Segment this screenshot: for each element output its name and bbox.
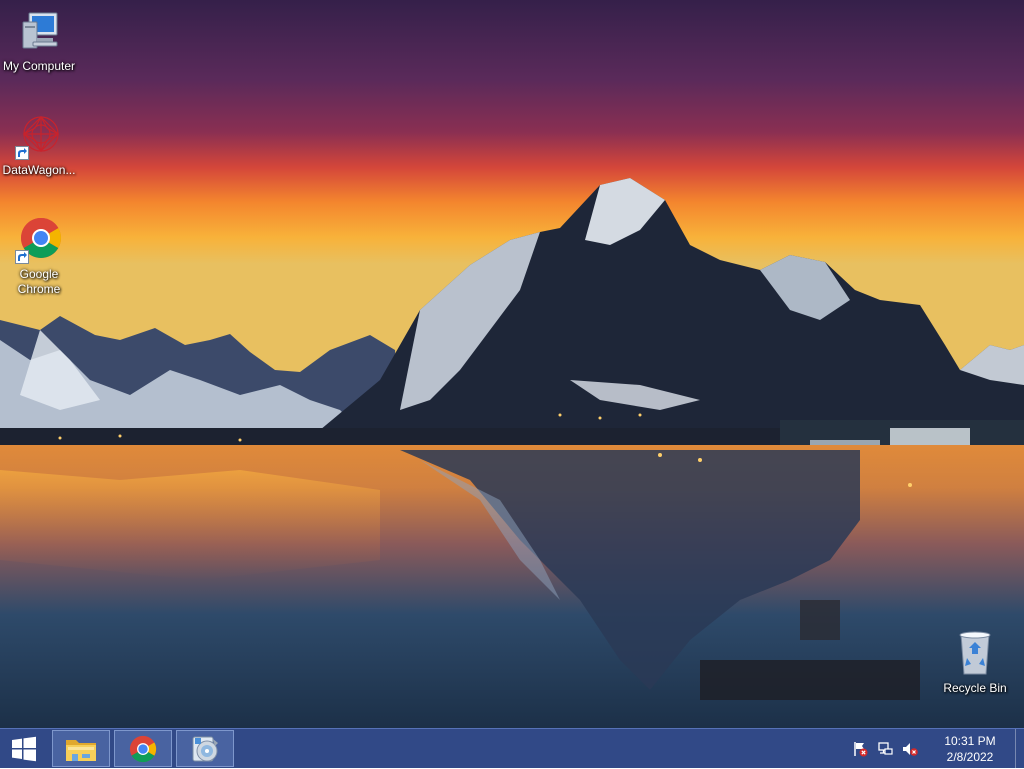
action-center-flag-icon[interactable]: [852, 741, 868, 757]
taskbar: 10:31 PM 2/8/2022: [0, 728, 1024, 768]
taskbar-clock[interactable]: 10:31 PM 2/8/2022: [933, 733, 1007, 765]
desktop-icon-my-computer[interactable]: My Computer: [0, 8, 78, 74]
desktop-icon-recycle-bin[interactable]: Recycle Bin: [936, 630, 1014, 696]
computer-icon: [15, 8, 63, 56]
desktop-icon-label: My Computer: [2, 59, 76, 73]
shortcut-arrow-icon: [15, 250, 29, 264]
taskbar-button-file-explorer[interactable]: [52, 730, 110, 767]
desktop-icon-label: Recycle Bin: [943, 681, 1007, 695]
chrome-icon: [129, 735, 157, 762]
volume-muted-icon[interactable]: [902, 741, 918, 757]
datawagon-icon: [15, 112, 63, 160]
desktop-icon-google-chrome[interactable]: Google Chrome: [0, 216, 78, 297]
show-desktop-button[interactable]: [1015, 729, 1024, 768]
wallpaper-image: [0, 0, 1024, 728]
taskbar-button-disc-utility[interactable]: [176, 730, 234, 767]
desktop-icon-label: Google Chrome: [17, 267, 61, 296]
folder-icon: [66, 739, 96, 761]
clock-time: 10:31 PM: [944, 733, 996, 748]
chrome-icon: [15, 216, 63, 264]
desktop-icon-label: DataWagon...: [2, 163, 76, 177]
taskbar-button-google-chrome[interactable]: [114, 730, 172, 767]
system-tray: 10:31 PM 2/8/2022: [852, 729, 1024, 768]
recycle-bin-icon: [951, 630, 999, 678]
windows-logo-icon: [12, 736, 36, 762]
shortcut-arrow-icon: [15, 146, 29, 160]
desktop[interactable]: My Computer DataWagon... Google Chrome R…: [0, 0, 1024, 728]
clock-date: 2/8/2022: [946, 749, 994, 764]
desktop-icon-datawagon[interactable]: DataWagon...: [0, 112, 78, 178]
start-button[interactable]: [0, 729, 48, 769]
network-icon[interactable]: [877, 741, 893, 757]
disc-utility-icon: [192, 736, 218, 761]
